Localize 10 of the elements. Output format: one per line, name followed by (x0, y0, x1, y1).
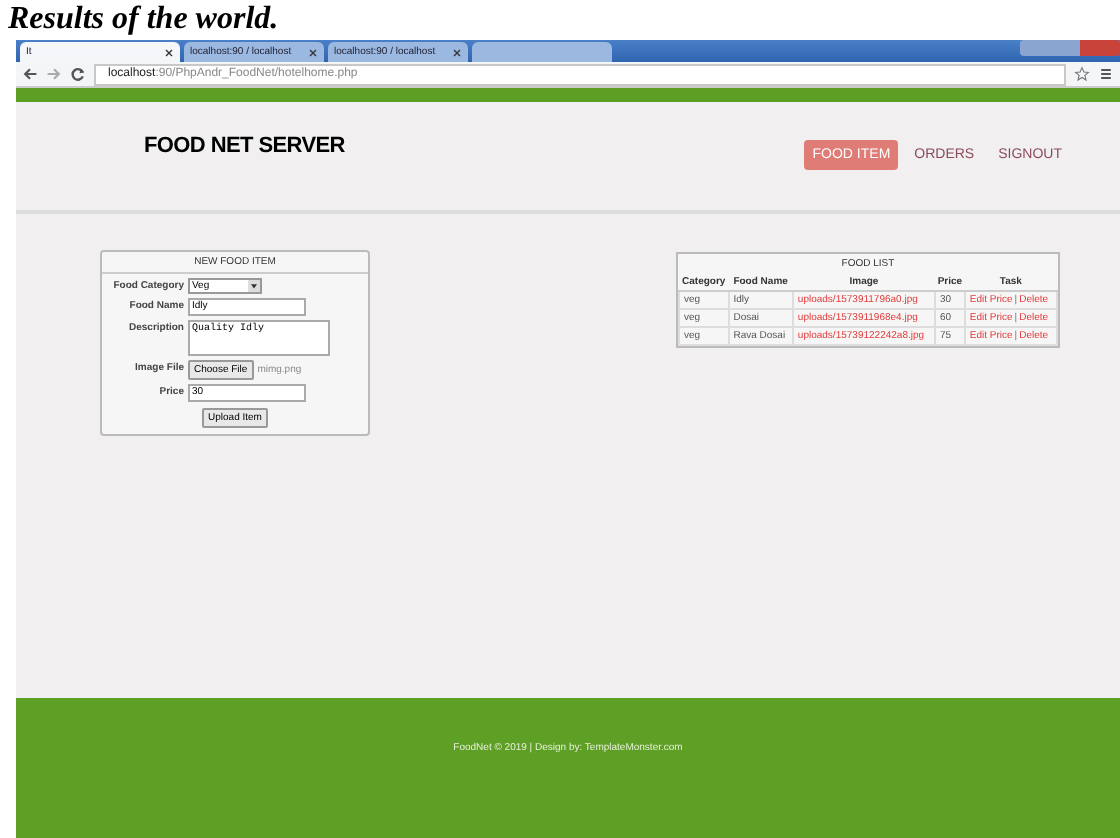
dropdown-arrow-icon (248, 280, 260, 292)
close-icon[interactable] (452, 47, 462, 57)
star-icon[interactable] (1074, 66, 1090, 82)
caption-text: Results of the world. (6, 0, 279, 40)
close-icon[interactable] (308, 47, 318, 57)
menu-icon[interactable] (1098, 66, 1114, 82)
close-icon[interactable] (164, 47, 174, 57)
back-icon[interactable] (22, 66, 38, 82)
site-logo: FOOD NET SERVER (144, 134, 345, 158)
reload-icon[interactable] (70, 66, 86, 82)
